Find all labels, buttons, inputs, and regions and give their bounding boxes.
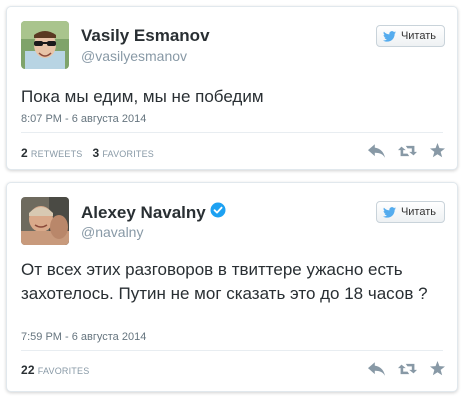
favorites-count[interactable]: 3 (92, 146, 99, 160)
reply-icon[interactable] (368, 361, 385, 381)
tweet-card: Alexey Navalny @navalny Читать От всех э… (6, 182, 458, 392)
tweet-actions (368, 361, 445, 381)
retweet-icon[interactable] (398, 144, 417, 163)
follow-label: Читать (400, 206, 436, 218)
tweet-stats: 22 FAVORITES (21, 363, 89, 377)
reply-icon[interactable] (368, 143, 385, 163)
user-name[interactable]: Alexey Navalny (81, 202, 226, 223)
retweets-label[interactable]: RETWEETS (31, 149, 83, 159)
follow-label: Читать (400, 30, 436, 42)
twitter-bird-icon (382, 30, 396, 42)
tweet-actions (368, 143, 445, 163)
tweet-timestamp[interactable]: 8:07 PM - 6 августа 2014 (21, 113, 146, 125)
twitter-bird-icon (382, 206, 396, 218)
tweet-text: Пока мы едим, мы не победим (21, 87, 264, 106)
follow-button[interactable]: Читать (375, 25, 445, 47)
tweet-text: От всех этих разговоров в твиттере ужасн… (21, 260, 428, 303)
retweets-count[interactable]: 2 (21, 146, 28, 160)
avatar[interactable] (21, 197, 69, 245)
verified-badge-icon (210, 202, 226, 223)
user-handle[interactable]: @navalny (81, 224, 143, 240)
user-name[interactable]: Vasily Esmanov (81, 26, 210, 46)
favorites-label[interactable]: FAVORITES (102, 149, 154, 159)
divider (21, 132, 443, 133)
tweet-card: Vasily Esmanov @vasilyesmanov Читать Пок… (6, 6, 458, 170)
user-name-text[interactable]: Vasily Esmanov (81, 26, 210, 46)
divider (21, 350, 443, 351)
retweet-icon[interactable] (398, 362, 417, 381)
avatar[interactable] (21, 21, 69, 69)
favorites-label[interactable]: FAVORITES (38, 366, 90, 376)
user-name-text[interactable]: Alexey Navalny (81, 203, 206, 223)
favorite-star-icon[interactable] (430, 143, 445, 163)
favorite-star-icon[interactable] (430, 361, 445, 381)
favorites-count[interactable]: 22 (21, 363, 35, 377)
tweet-stats: 2 RETWEETS 3 FAVORITES (21, 146, 154, 160)
user-handle[interactable]: @vasilyesmanov (81, 48, 187, 64)
tweet-timestamp[interactable]: 7:59 PM - 6 августа 2014 (21, 331, 146, 343)
follow-button[interactable]: Читать (375, 201, 445, 223)
